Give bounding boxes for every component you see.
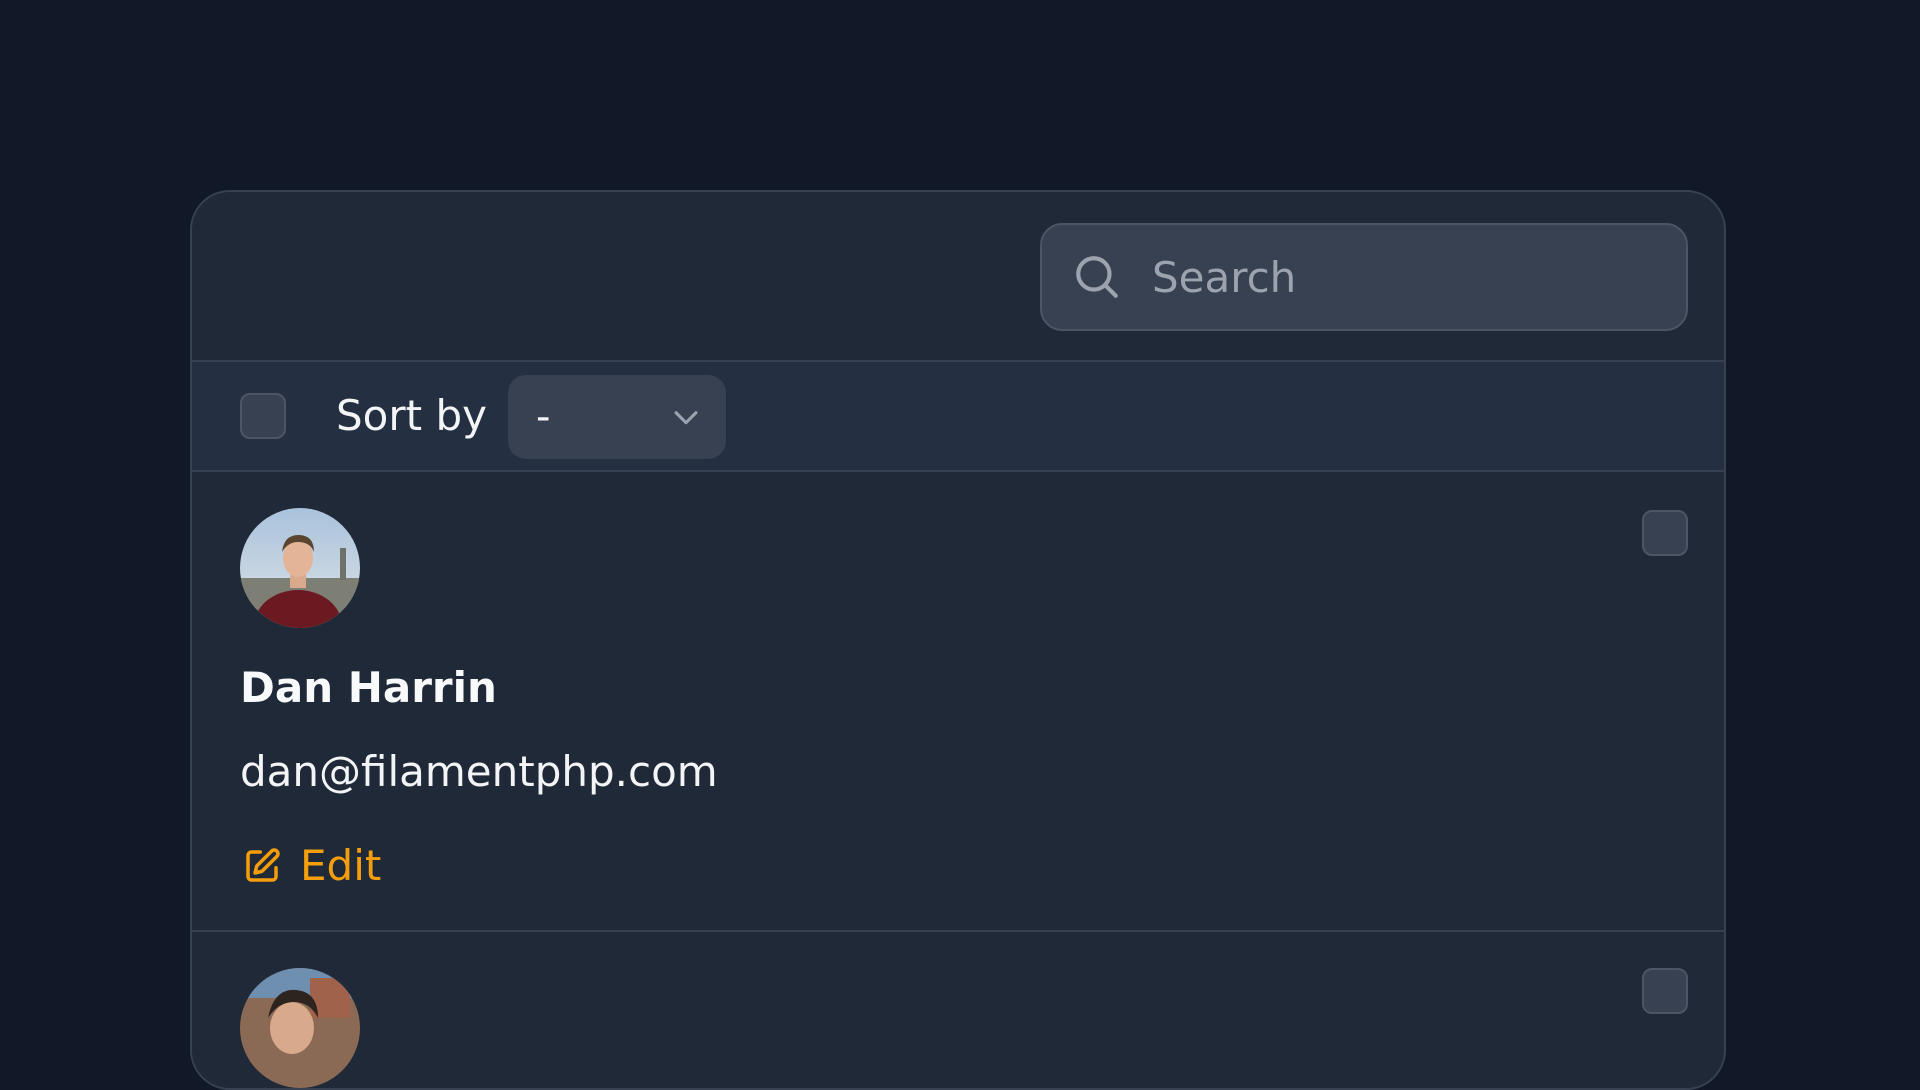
avatar <box>240 508 360 628</box>
edit-icon <box>240 844 284 888</box>
table-header <box>192 192 1724 362</box>
table-card: Sort by - <box>190 190 1726 1090</box>
edit-label: Edit <box>300 841 382 890</box>
record-email: dan@filamentphp.com <box>240 747 718 796</box>
chevron-down-icon <box>666 397 706 437</box>
sort-toolbar: Sort by - <box>192 362 1724 472</box>
row-checkbox[interactable] <box>1642 510 1688 556</box>
list-item <box>192 932 1724 1088</box>
record-name: Dan Harrin <box>240 663 497 712</box>
edit-button[interactable]: Edit <box>240 838 381 894</box>
search-icon <box>1068 248 1126 306</box>
sort-selected-value: - <box>536 394 551 440</box>
sort-select[interactable]: - <box>508 375 726 459</box>
search-box[interactable] <box>1040 223 1688 331</box>
search-input[interactable] <box>1150 224 1686 330</box>
list-item: Dan Harrin dan@filamentphp.com Edit <box>192 472 1724 932</box>
select-all-checkbox[interactable] <box>240 393 286 439</box>
row-checkbox[interactable] <box>1642 968 1688 1014</box>
avatar <box>240 968 360 1088</box>
sort-label: Sort by <box>336 391 487 440</box>
